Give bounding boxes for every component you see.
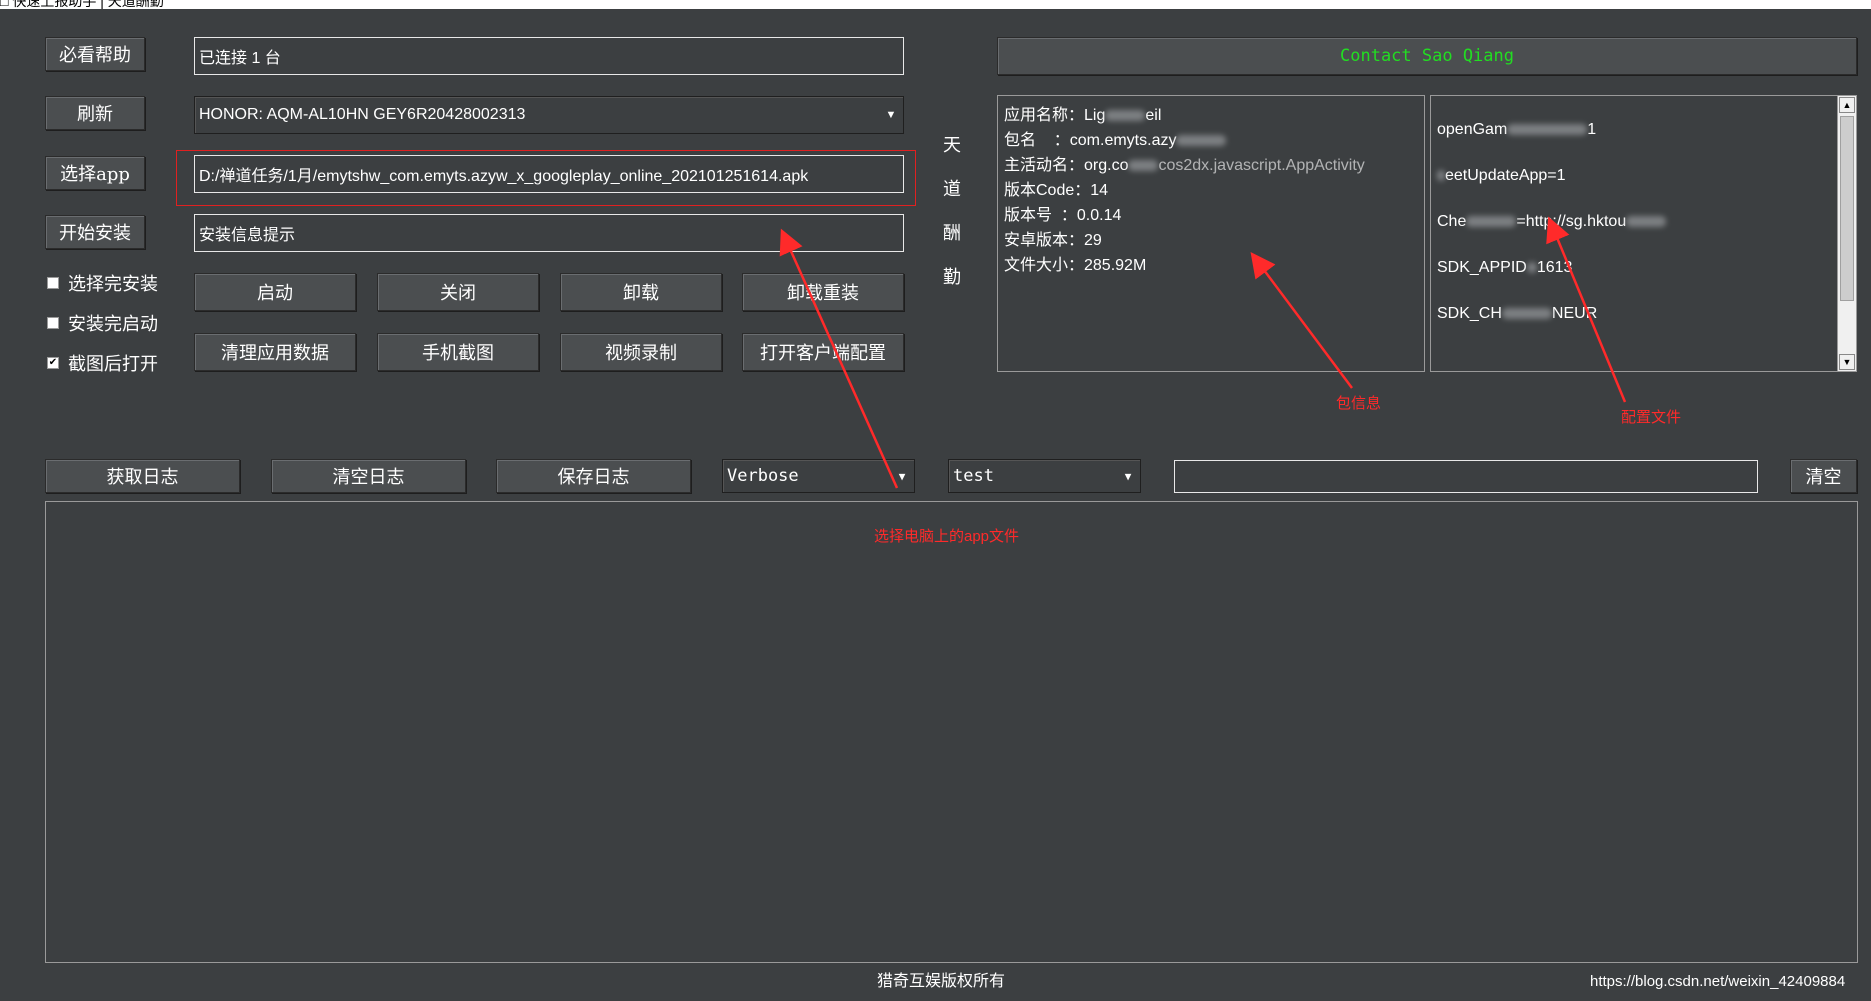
copyright-text: 猎奇互娱版权所有 [877,971,1006,990]
annotation-arrows [779,216,1627,489]
watermark-text: https://blog.csdn.net/weixin_42409884 [1590,973,1846,990]
arrow-to-package-info [1250,251,1354,389]
arrow-to-config-file [1546,216,1627,403]
arrow-to-install-field [779,228,899,489]
